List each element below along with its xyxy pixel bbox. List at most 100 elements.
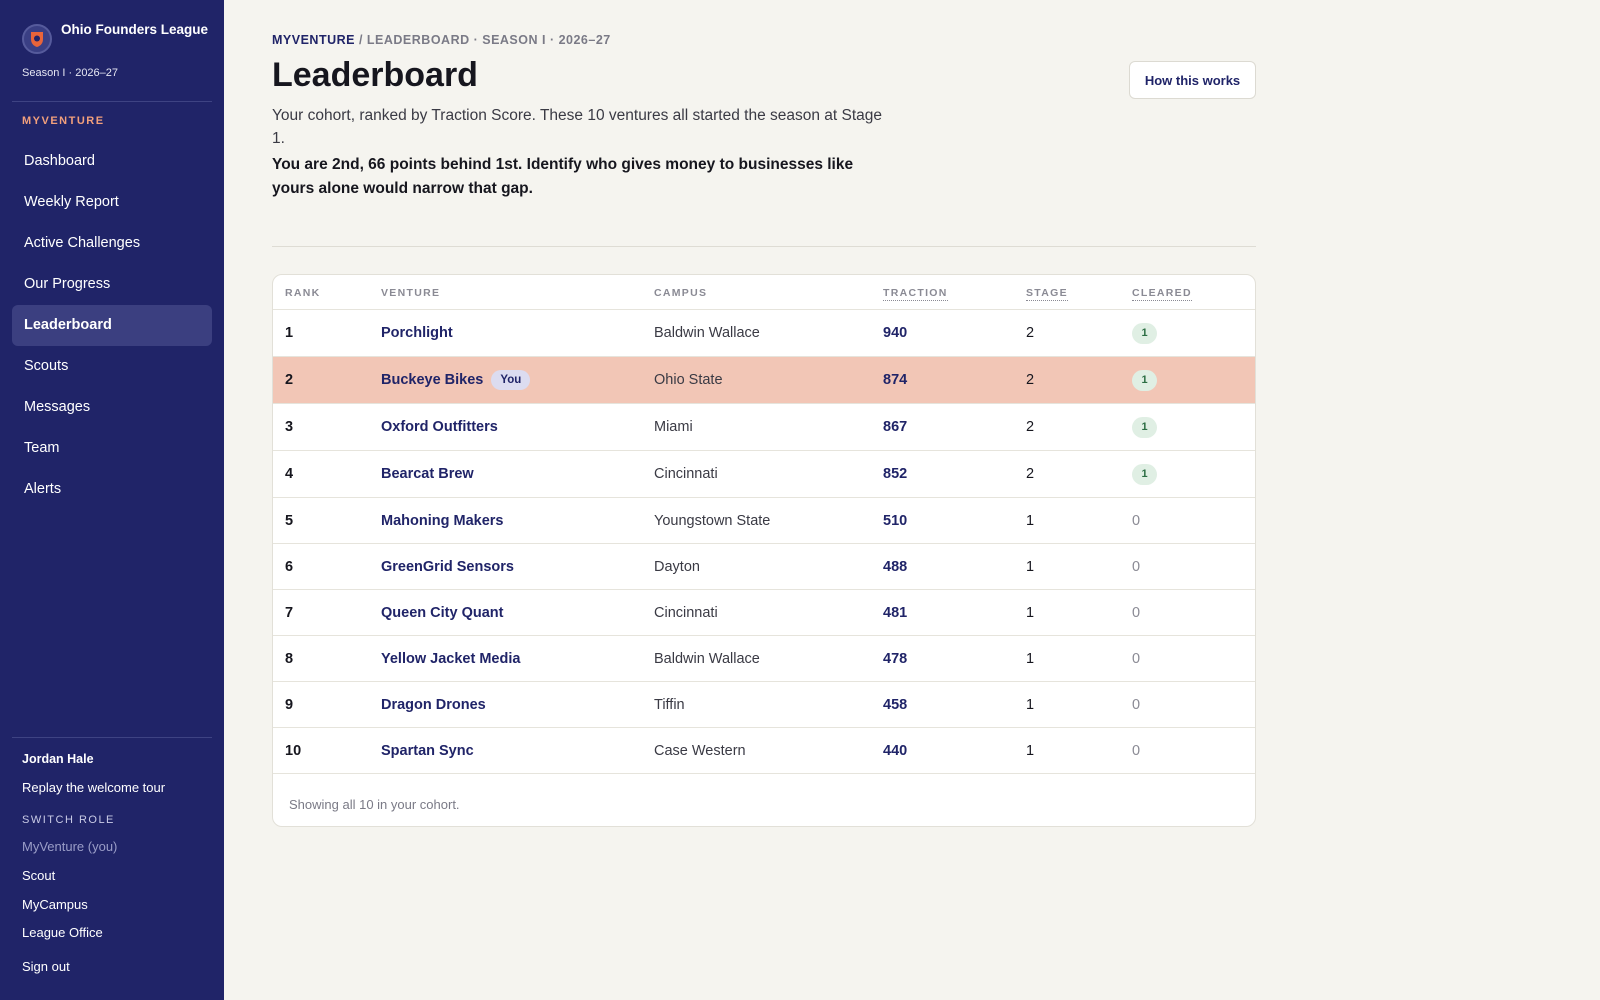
venture-link-text[interactable]: GreenGrid Sensors	[381, 559, 514, 575]
stage-cell-text: 1	[1026, 558, 1035, 575]
how-this-works-button[interactable]: How this works	[1129, 61, 1256, 99]
breadcrumb-home[interactable]: MYVENTURE	[272, 33, 355, 47]
column-header-traction[interactable]: TRACTION	[883, 287, 948, 301]
venture-link[interactable]: Bearcat Brew	[381, 451, 474, 497]
venture-link-text[interactable]: Porchlight	[381, 325, 453, 341]
sidebar-item-scouts[interactable]: Scouts	[12, 346, 212, 387]
sidebar-item-messages[interactable]: Messages	[12, 387, 212, 428]
stage-cell-text: 1	[1026, 650, 1035, 667]
venture-link[interactable]: Yellow Jacket Media	[381, 636, 520, 681]
sidebar-item-active-challenges[interactable]: Active Challenges	[12, 223, 212, 264]
venture-link-text[interactable]: Oxford Outfitters	[381, 419, 498, 435]
sidebar-item-alerts[interactable]: Alerts	[12, 469, 212, 510]
venture-link[interactable]: Buckeye Bikes You	[381, 357, 531, 403]
traction-cell: 867	[883, 404, 907, 450]
venture-link[interactable]: Oxford Outfitters	[381, 404, 498, 450]
campus-cell: Ohio State	[654, 357, 723, 403]
rank-cell: 10	[285, 728, 301, 773]
traction-cell: 940	[883, 310, 907, 356]
cleared-badge: 1	[1132, 463, 1157, 485]
stage-cell: 1	[1026, 682, 1034, 727]
stage-cell: 2	[1026, 310, 1034, 356]
traction-cell: 478	[883, 636, 907, 681]
rank-cell: 5	[285, 498, 293, 543]
replay-tour-link[interactable]: Replay the welcome tour	[22, 780, 165, 795]
brand-season: Season I · 2026–27	[22, 67, 119, 79]
venture-link-text[interactable]: Spartan Sync	[381, 743, 474, 759]
campus-cell-text: Miami	[654, 419, 693, 435]
column-header-stage[interactable]: STAGE	[1026, 287, 1068, 301]
page-title: Leaderboard	[272, 56, 478, 94]
table-row: 9 Dragon Drones Tiffin 458 1 0	[273, 682, 1255, 728]
cleared-cell: 1	[1132, 451, 1157, 497]
sidebar-item-leaderboard[interactable]: Leaderboard	[12, 305, 212, 346]
venture-link-text[interactable]: Queen City Quant	[381, 605, 503, 621]
venture-link-text[interactable]: Yellow Jacket Media	[381, 651, 520, 667]
rank-cell-text: 4	[285, 466, 294, 482]
column-header-campus: CAMPUS	[654, 287, 708, 299]
role-league-office-link[interactable]: League Office	[22, 925, 103, 940]
rank-cell-text: 9	[285, 696, 294, 713]
sidebar-divider	[12, 101, 212, 102]
traction-cell: 481	[883, 590, 907, 635]
section-divider	[272, 246, 1256, 247]
venture-link-text[interactable]: Buckeye Bikes	[381, 372, 483, 388]
traction-cell-text: 440	[883, 742, 908, 759]
rank-cell-text: 1	[285, 325, 294, 341]
campus-cell: Miami	[654, 404, 693, 450]
venture-link-text[interactable]: Mahoning Makers	[381, 513, 503, 529]
traction-cell-text: 481	[883, 604, 908, 621]
venture-link[interactable]: Mahoning Makers	[381, 498, 503, 543]
page-intro: Your cohort, ranked by Traction Score. T…	[272, 107, 883, 147]
venture-link[interactable]: Queen City Quant	[381, 590, 503, 635]
traction-cell: 458	[883, 682, 907, 727]
campus-cell: Cincinnati	[654, 590, 718, 635]
cleared-badge: 1	[1132, 416, 1157, 438]
rank-cell: 7	[285, 590, 293, 635]
table-row: 3 Oxford Outfitters Miami 867 2 1	[273, 404, 1255, 451]
role-scout-link[interactable]: Scout	[22, 868, 55, 883]
traction-cell-text: 478	[883, 650, 908, 667]
traction-cell: 510	[883, 498, 907, 543]
rank-cell: 4	[285, 451, 293, 497]
sign-out-link[interactable]: Sign out	[22, 959, 70, 974]
venture-link[interactable]: GreenGrid Sensors	[381, 544, 514, 589]
rank-cell-text: 6	[285, 558, 294, 575]
cleared-cell: 1	[1132, 310, 1157, 356]
venture-link[interactable]: Dragon Drones	[381, 682, 486, 727]
traction-cell-text: 940	[883, 325, 908, 341]
cleared-value: 0	[1132, 512, 1141, 529]
stage-cell-text: 1	[1026, 604, 1035, 621]
sidebar-item-weekly-report[interactable]: Weekly Report	[12, 182, 212, 223]
main-content: MYVENTURE / LEADERBOARD · SEASON I · 202…	[272, 0, 1256, 1000]
column-header-rank: RANK	[285, 287, 321, 299]
cleared-value: 0	[1132, 604, 1141, 621]
cleared-cell: 1	[1132, 357, 1157, 403]
role-myventure-current: MyVenture (you)	[22, 839, 118, 854]
sidebar-item-our-progress[interactable]: Our Progress	[12, 264, 212, 305]
stage-cell: 1	[1026, 728, 1034, 773]
cleared-cell: 0	[1132, 498, 1140, 543]
venture-link[interactable]: Porchlight	[381, 310, 453, 356]
rank-cell: 1	[285, 310, 293, 356]
column-header-cleared[interactable]: CLEARED	[1132, 287, 1192, 301]
column-header-venture: VENTURE	[381, 287, 441, 299]
venture-link[interactable]: Spartan Sync	[381, 728, 474, 773]
stage-cell-text: 1	[1026, 742, 1035, 759]
stage-cell-text: 1	[1026, 696, 1035, 713]
sidebar-item-dashboard[interactable]: Dashboard	[12, 141, 212, 182]
venture-link-text[interactable]: Dragon Drones	[381, 697, 486, 713]
sidebar-item-team[interactable]: Team	[12, 428, 212, 469]
rank-cell-text: 7	[285, 604, 294, 621]
venture-link-text[interactable]: Bearcat Brew	[381, 466, 474, 482]
cleared-value: 0	[1132, 696, 1141, 713]
campus-cell: Youngstown State	[654, 498, 770, 543]
stage-cell: 1	[1026, 590, 1034, 635]
role-mycampus-link[interactable]: MyCampus	[22, 897, 88, 912]
cleared-cell: 0	[1132, 636, 1140, 681]
leaderboard-table: RANK VENTURE CAMPUS TRACTION STAGE CLEAR…	[272, 274, 1256, 827]
rank-cell-text: 8	[285, 650, 294, 667]
cleared-cell: 0	[1132, 682, 1140, 727]
stage-cell-text: 2	[1026, 325, 1035, 341]
cleared-value: 0	[1132, 650, 1141, 667]
